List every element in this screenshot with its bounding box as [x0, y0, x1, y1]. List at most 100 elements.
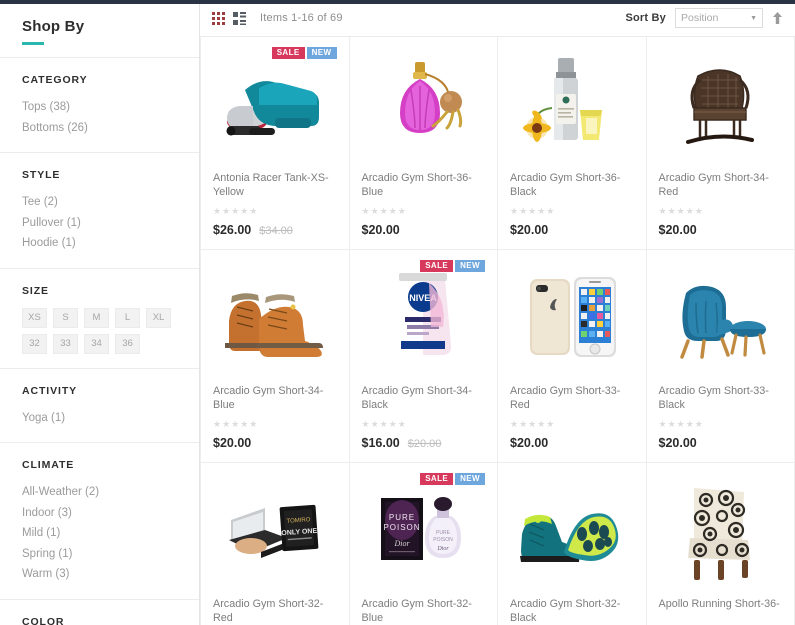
product-image[interactable] — [213, 47, 337, 165]
product-card[interactable]: Arcadio Gym Short-36-Blue ★★★★★ $20.00 — [349, 37, 498, 250]
product-card[interactable]: Arcadio Gym Short-36-Black ★★★★★ $20.00 — [498, 37, 647, 250]
product-image[interactable]: TOMIRO ONLY ONE — [213, 473, 337, 591]
product-name[interactable]: Arcadio Gym Short-34-Black — [362, 384, 486, 412]
page-top-bar — [0, 0, 795, 4]
product-price-row: $20.00 — [659, 223, 783, 237]
filter-option[interactable]: Warm (3) — [22, 564, 177, 585]
filter-option[interactable]: Spring (1) — [22, 544, 177, 565]
product-image[interactable] — [510, 47, 634, 165]
svg-text:POISON: POISON — [384, 523, 421, 532]
size-chip-xl[interactable]: XL — [146, 307, 171, 328]
product-price-row: $20.00 — [362, 223, 486, 237]
filter-option[interactable]: Hoodie (1) — [22, 233, 177, 254]
product-image[interactable] — [659, 260, 783, 378]
product-old-price: $34.00 — [259, 225, 293, 237]
svg-text:PURE: PURE — [436, 530, 451, 536]
product-image[interactable] — [213, 260, 337, 378]
size-chip-32[interactable]: 32 — [22, 333, 47, 354]
product-image[interactable]: PURE POISON Dior PURE POISON Dior — [362, 473, 486, 591]
filter-title: CATEGORY — [22, 74, 88, 86]
product-price: $26.00 — [213, 223, 252, 237]
product-rating-stars[interactable]: ★★★★★ — [659, 206, 783, 217]
product-card[interactable]: SALE NEW PURE POISON Dior PURE POISON Dio… — [349, 463, 498, 625]
product-price: $20.00 — [361, 223, 400, 237]
size-chip-l[interactable]: L — [115, 307, 140, 328]
list-view-icon[interactable] — [233, 11, 246, 25]
product-name[interactable]: Arcadio Gym Short-33-Black — [659, 384, 783, 412]
filter-option[interactable]: All-Weather (2) — [22, 482, 177, 503]
product-rating-stars[interactable]: ★★★★★ — [362, 419, 486, 430]
filter-block-activity: ACTIVITY Yoga (1) — [0, 369, 199, 443]
size-chip-34[interactable]: 34 — [84, 333, 109, 354]
svg-text:Dior: Dior — [437, 546, 450, 552]
filter-title: SIZE — [22, 284, 49, 297]
product-price: $16.00 — [361, 436, 400, 450]
size-chip-s[interactable]: S — [53, 307, 78, 328]
filter-option[interactable]: Pullover (1) — [22, 213, 177, 234]
sort-controls: Sort By Position ▼ — [625, 8, 783, 28]
filter-block-climate: CLIMATE All-Weather (2) Indoor (3) Mild (1)… — [0, 443, 199, 600]
product-name[interactable]: Arcadio Gym Short-32-Blue — [362, 597, 486, 625]
sale-badge: SALE — [420, 473, 454, 485]
sort-ascending-arrow-icon[interactable] — [772, 11, 783, 25]
product-card[interactable]: SALE NEW NIVEA Arcadio Gym Short-34-Black… — [349, 250, 498, 463]
filter-option[interactable]: Indoor (3) — [22, 503, 177, 524]
filter-option[interactable]: Mild (1) — [22, 523, 177, 544]
product-image[interactable]: NIVEA — [362, 260, 486, 378]
product-card[interactable]: TOMIRO ONLY ONE Arcadio Gym Short-32-Red… — [201, 463, 350, 625]
product-rating-stars[interactable]: ★★★★★ — [362, 206, 486, 217]
product-price: $20.00 — [213, 436, 252, 450]
product-card[interactable]: Apollo Running Short-36-★★★★★ — [646, 463, 795, 625]
filter-option[interactable]: Yoga (1) — [22, 408, 177, 429]
product-image[interactable] — [659, 47, 783, 165]
product-price-row: $20.00 — [213, 436, 337, 450]
product-badges: SALE NEW — [271, 47, 337, 59]
product-image[interactable] — [362, 47, 486, 165]
filter-block-color: COLOR — [0, 600, 199, 625]
filter-block-size: SIZE XS S M L XL 32 33 34 36 — [0, 269, 199, 369]
product-name[interactable]: Antonia Racer Tank-XS-Yellow — [213, 171, 337, 199]
filter-title: ACTIVITY — [22, 384, 78, 397]
product-price: $20.00 — [658, 223, 697, 237]
product-rating-stars[interactable]: ★★★★★ — [213, 419, 337, 430]
product-price: $20.00 — [510, 223, 549, 237]
svg-text:PURE: PURE — [389, 513, 415, 522]
product-name[interactable]: Arcadio Gym Short-33-Red — [510, 384, 634, 412]
product-rating-stars[interactable]: ★★★★★ — [213, 206, 337, 217]
svg-text:POISON: POISON — [434, 537, 454, 543]
product-name[interactable]: Arcadio Gym Short-36-Black — [510, 171, 634, 199]
filter-option[interactable]: Tee (2) — [22, 192, 177, 213]
product-name[interactable]: Arcadio Gym Short-36-Blue — [362, 171, 486, 199]
product-card[interactable]: Arcadio Gym Short-34-Blue ★★★★★ $20.00 — [201, 250, 350, 463]
product-card[interactable]: Arcadio Gym Short-32-Black★★★★★ — [498, 463, 647, 625]
sort-by-select[interactable]: Position ▼ — [675, 8, 763, 28]
size-chip-m[interactable]: M — [84, 307, 109, 328]
product-rating-stars[interactable]: ★★★★★ — [510, 419, 634, 430]
product-name[interactable]: Arcadio Gym Short-34-Red — [659, 171, 783, 199]
product-name[interactable]: Arcadio Gym Short-32-Red — [213, 597, 337, 625]
product-image[interactable] — [510, 473, 634, 591]
product-badges: SALE NEW — [420, 260, 485, 272]
product-card[interactable]: Arcadio Gym Short-34-Red ★★★★★ $20.00 — [646, 37, 795, 250]
product-name[interactable]: Arcadio Gym Short-34-Blue — [213, 384, 337, 412]
item-count-text: Items 1-16 of 69 — [260, 12, 343, 24]
product-card[interactable]: SALE NEW Antonia Racer Tank-XS-Yellow ★★★★… — [201, 37, 350, 250]
filter-option[interactable]: Tops (38) — [22, 97, 177, 118]
filter-title: COLOR — [22, 615, 65, 625]
product-name[interactable]: Arcadio Gym Short-32-Black — [510, 597, 634, 625]
product-name[interactable]: Apollo Running Short-36- — [659, 597, 783, 625]
filter-option[interactable]: Bottoms (26) — [22, 118, 177, 139]
size-chip-36[interactable]: 36 — [115, 333, 140, 354]
product-rating-stars[interactable]: ★★★★★ — [659, 419, 783, 430]
product-rating-stars[interactable]: ★★★★★ — [510, 206, 634, 217]
size-chip-33[interactable]: 33 — [53, 333, 78, 354]
product-card[interactable]: Arcadio Gym Short-33-Black ★★★★★ $20.00 — [646, 250, 795, 463]
new-badge: NEW — [455, 260, 485, 272]
shop-by-title: Shop By — [22, 18, 85, 35]
new-badge: NEW — [455, 473, 485, 485]
product-image[interactable] — [659, 473, 783, 591]
product-image[interactable] — [510, 260, 634, 378]
size-chip-xs[interactable]: XS — [22, 307, 47, 328]
grid-view-icon[interactable] — [212, 11, 225, 25]
product-card[interactable]: Arcadio Gym Short-33-Red ★★★★★ $20.00 — [498, 250, 647, 463]
